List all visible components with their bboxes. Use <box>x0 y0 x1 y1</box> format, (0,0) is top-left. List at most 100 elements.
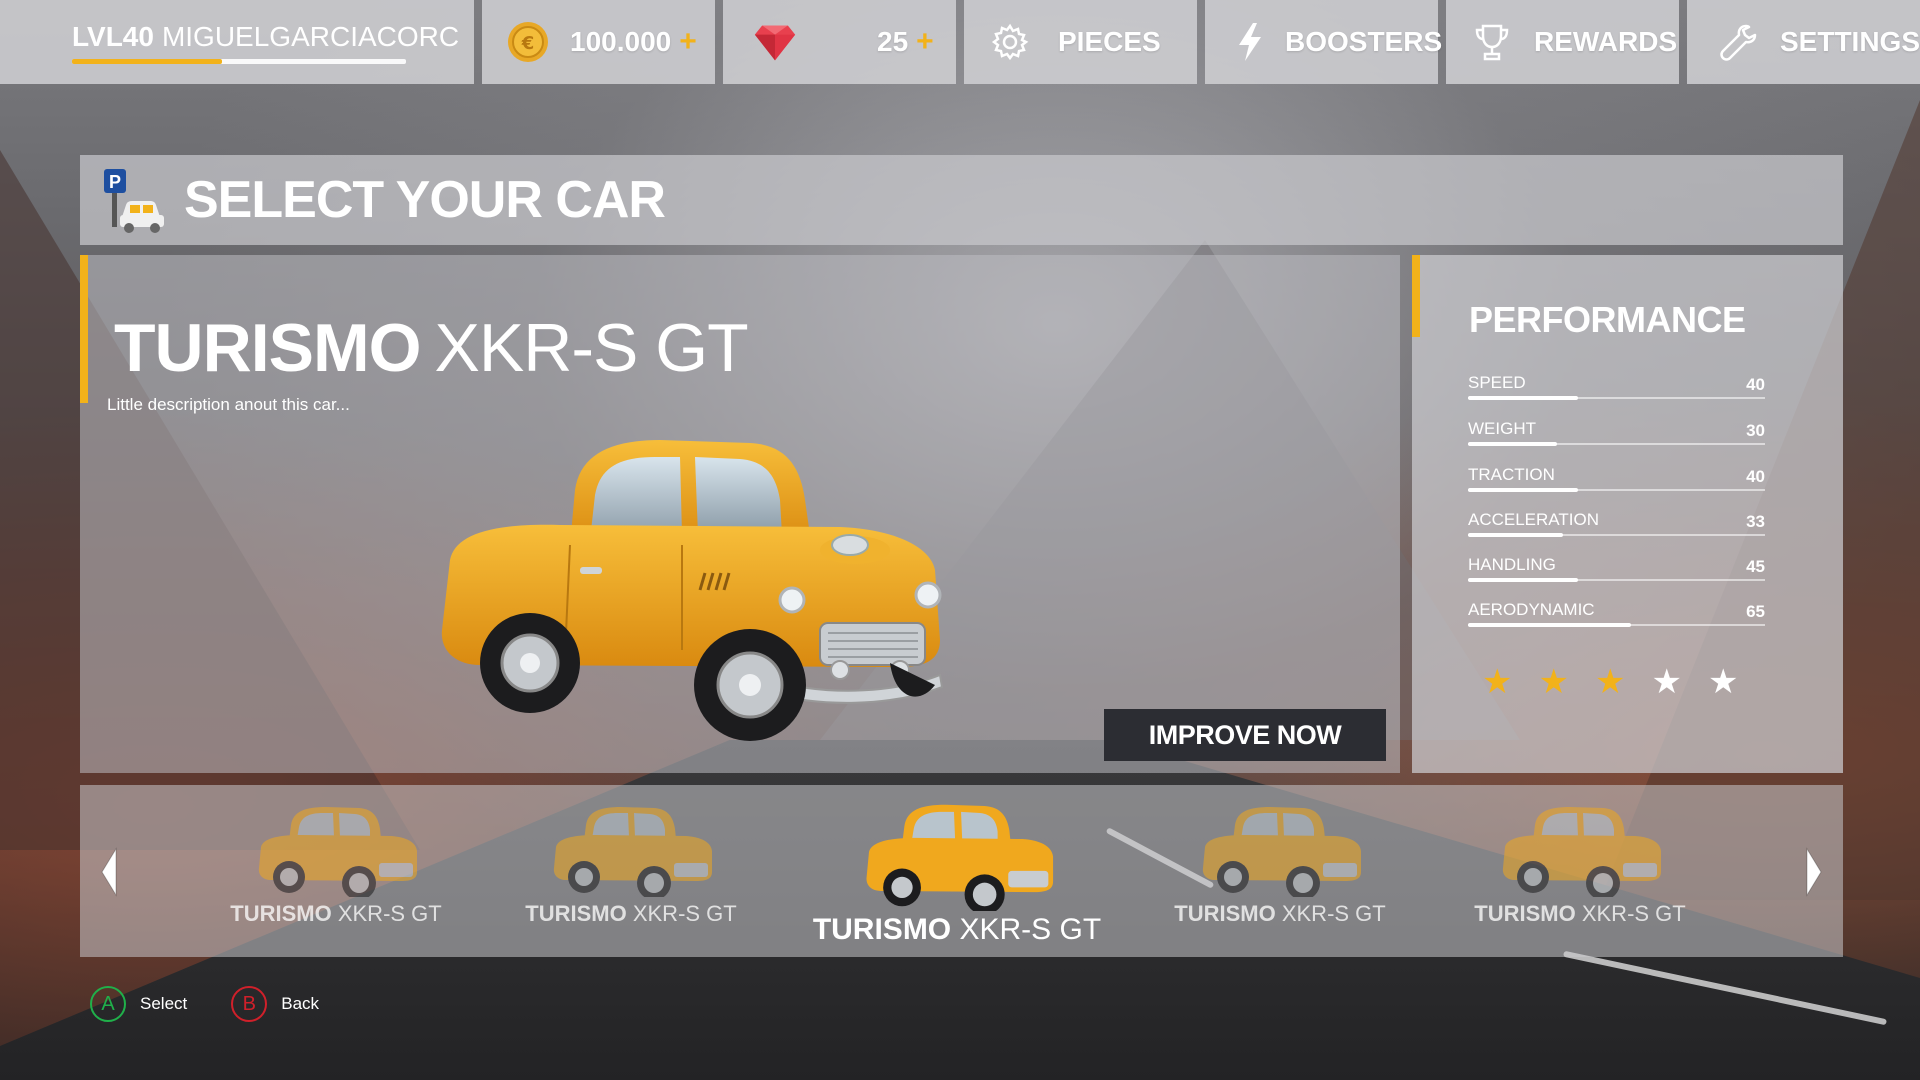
stat-traction: TRACTION 40 <box>1468 465 1765 505</box>
back-hint-label: Back <box>281 994 320 1013</box>
car-description: Little description anout this car... <box>107 395 350 414</box>
gems-counter[interactable]: 25 + <box>723 0 956 84</box>
star-filled-icon: ★ <box>1594 662 1626 702</box>
carousel-item[interactable]: TURISMO XKR-S GT <box>511 797 751 947</box>
stat-label: HANDLING <box>1468 555 1556 574</box>
stat-bar <box>1468 396 1765 400</box>
stat-acceleration: ACCELERATION 33 <box>1468 510 1765 550</box>
star-filled-icon: ★ <box>1538 662 1569 702</box>
player-level: LVL40 <box>72 20 154 52</box>
carousel-item-label: TURISMO XKR-S GT <box>1474 901 1686 926</box>
carousel-item[interactable]: TURISMO XKR-S GT <box>1160 797 1400 947</box>
stat-value: 65 <box>1746 602 1765 621</box>
performance-accent-bar <box>1412 255 1420 337</box>
trophy-icon <box>1470 20 1514 64</box>
car-thumbnail <box>855 793 1060 915</box>
stat-bar <box>1468 578 1765 582</box>
improve-now-button[interactable]: IMPROVE NOW <box>1104 709 1386 761</box>
car-thumbnail <box>546 797 716 900</box>
stat-aerodynamic: AERODYNAMIC 65 <box>1468 600 1765 640</box>
stat-bar-fill <box>1468 442 1558 446</box>
car-model: XKR-S GT <box>434 310 749 386</box>
carousel-prev-arrow[interactable] <box>94 847 124 897</box>
select-car-header: P SELECT YOUR CAR <box>80 155 1843 245</box>
stat-weight: WEIGHT 30 <box>1468 419 1765 459</box>
add-gems-button[interactable]: + <box>916 25 934 59</box>
stat-bar <box>1468 533 1765 537</box>
car-thumbnail <box>1495 797 1665 900</box>
stat-bar-fill <box>1468 488 1578 492</box>
carousel-next-arrow[interactable] <box>1799 847 1829 897</box>
stat-value: 33 <box>1746 512 1765 531</box>
car-title: TURISMO XKR-S GT <box>114 309 749 387</box>
stat-label: WEIGHT <box>1468 419 1536 438</box>
a-button-icon: A <box>90 986 126 1022</box>
nav-settings[interactable]: SETTINGS <box>1687 0 1920 84</box>
stat-bar-fill <box>1468 396 1578 400</box>
select-hint-label: Select <box>140 994 188 1013</box>
stat-bar-fill <box>1468 533 1564 537</box>
stat-handling: HANDLING 45 <box>1468 555 1765 595</box>
star-rating: ★ ★ ★ ★ ★ <box>1482 665 1738 699</box>
b-button-icon: B <box>231 986 268 1022</box>
nav-rewards-label: REWARDS <box>1534 26 1678 57</box>
xp-progress-fill <box>72 58 223 64</box>
back-hint[interactable]: B Back <box>231 986 319 1022</box>
nav-pieces-label: PIECES <box>1058 26 1161 57</box>
stat-value: 40 <box>1746 467 1765 486</box>
svg-text:P: P <box>109 172 121 192</box>
parking-car-icon: P <box>102 165 166 235</box>
top-bar: LVL40 MIGUELGARCIACORC € 100.000 + 25 + … <box>0 0 1920 84</box>
stat-bar <box>1468 488 1765 492</box>
car-carousel: TURISMO XKR-S GT TURISMO XKR-S GT TURISM… <box>80 785 1843 957</box>
stat-label: ACCELERATION <box>1468 510 1599 529</box>
performance-panel: PERFORMANCE SPEED 40 WEIGHT 30 TRACTION … <box>1412 255 1843 773</box>
title-accent-bar <box>80 255 88 403</box>
stat-label: TRACTION <box>1468 465 1555 484</box>
star-filled-icon: ★ <box>1482 662 1513 702</box>
carousel-item-label: TURISMO XKR-S GT <box>1174 901 1386 926</box>
player-name: MIGUELGARCIACORC <box>161 20 460 52</box>
car-thumbnail <box>1195 797 1365 900</box>
car-image <box>420 395 1040 745</box>
carousel-item-label: TURISMO XKR-S GT <box>525 901 737 926</box>
euro-coin-icon: € <box>506 20 550 64</box>
stat-value: 40 <box>1746 375 1765 394</box>
stat-speed: SPEED 40 <box>1468 373 1765 413</box>
controller-hints: A Select B Back <box>90 986 319 1022</box>
gems-value: 25 <box>877 26 909 57</box>
nav-rewards[interactable]: REWARDS <box>1446 0 1679 84</box>
wrench-icon <box>1717 20 1760 64</box>
coins-counter[interactable]: € 100.000 + <box>482 0 715 84</box>
stat-bar <box>1468 623 1765 627</box>
stat-value: 45 <box>1746 557 1765 576</box>
nav-pieces[interactable]: PIECES <box>964 0 1197 84</box>
stat-bar-fill <box>1468 578 1578 582</box>
stat-value: 30 <box>1746 421 1765 440</box>
svg-text:€: € <box>521 33 535 54</box>
gear-icon <box>988 20 1032 64</box>
carousel-item[interactable]: TURISMO XKR-S GT <box>216 797 456 947</box>
xp-progress-bar <box>72 58 406 64</box>
carousel-item-selected[interactable]: TURISMO XKR-S GT <box>812 793 1102 946</box>
carousel-item-label: TURISMO XKR-S GT <box>230 901 442 926</box>
carousel-item-label: TURISMO XKR-S GT <box>812 913 1102 946</box>
player-info[interactable]: LVL40 MIGUELGARCIACORC <box>0 0 474 84</box>
lightning-icon <box>1235 20 1265 64</box>
select-hint[interactable]: A Select <box>90 986 187 1022</box>
car-detail-panel: TURISMO XKR-S GT Little description anout… <box>80 255 1400 773</box>
stat-bar-fill <box>1468 623 1632 627</box>
nav-settings-label: SETTINGS <box>1779 26 1920 57</box>
star-empty-icon: ★ <box>1651 662 1682 702</box>
page-title: SELECT YOUR CAR <box>184 171 666 229</box>
coins-value: 100.000 <box>570 26 672 57</box>
ruby-gem-icon <box>753 20 797 64</box>
nav-boosters[interactable]: BOOSTERS <box>1205 0 1442 84</box>
car-thumbnail <box>251 797 421 900</box>
add-coins-button[interactable]: + <box>679 25 697 59</box>
performance-title: PERFORMANCE <box>1469 299 1746 340</box>
carousel-item[interactable]: TURISMO XKR-S GT <box>1460 797 1700 947</box>
stat-label: AERODYNAMIC <box>1468 600 1595 619</box>
nav-boosters-label: BOOSTERS <box>1285 26 1443 57</box>
star-empty-icon: ★ <box>1707 662 1739 702</box>
